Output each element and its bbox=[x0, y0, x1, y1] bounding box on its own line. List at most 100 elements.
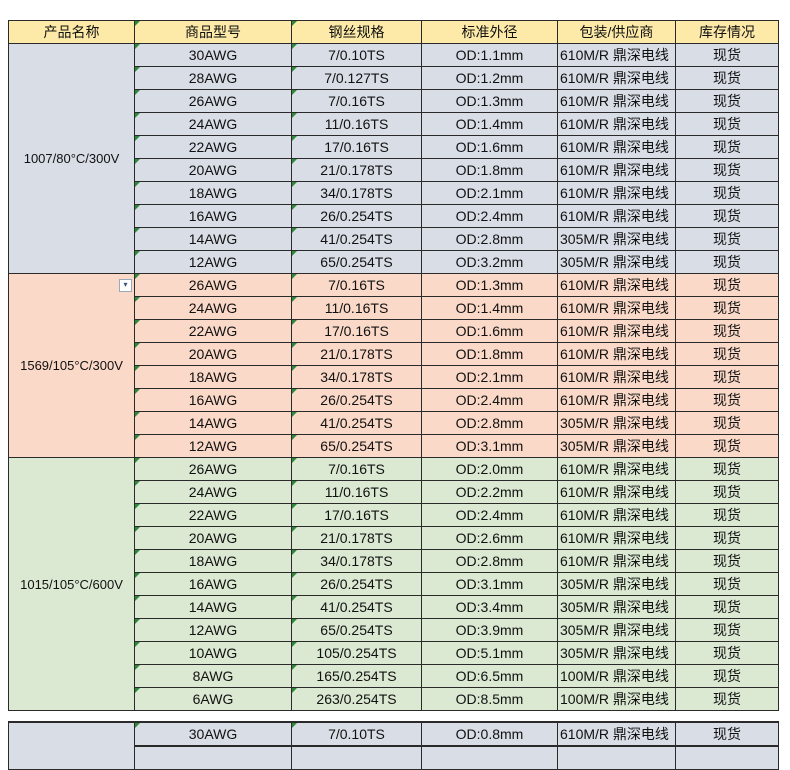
outer-diameter-cell[interactable]: OD:1.1mm bbox=[421, 43, 558, 67]
wire-spec-cell[interactable]: 41/0.254TS bbox=[291, 411, 422, 435]
wire-spec-cell[interactable]: 17/0.16TS bbox=[291, 503, 422, 527]
wire-spec-cell[interactable]: 41/0.254TS bbox=[291, 227, 422, 251]
model-cell[interactable]: 12AWG bbox=[134, 618, 292, 642]
stock-cell[interactable]: 现货 bbox=[675, 342, 779, 366]
model-cell[interactable]: 20AWG bbox=[134, 526, 292, 550]
wire-spec-cell[interactable]: 34/0.178TS bbox=[291, 549, 422, 573]
stock-cell[interactable]: 现货 bbox=[675, 388, 779, 412]
outer-diameter-cell[interactable]: OD:6.5mm bbox=[421, 664, 558, 688]
outer-diameter-cell[interactable]: OD:2.8mm bbox=[421, 411, 558, 435]
stock-cell[interactable]: 现货 bbox=[675, 43, 779, 67]
package-supplier-cell[interactable]: 610M/R 鼎深电线 bbox=[557, 181, 676, 205]
wire-spec-cell[interactable]: 7/0.10TS bbox=[291, 43, 422, 67]
package-supplier-cell[interactable]: 100M/R 鼎深电线 bbox=[557, 687, 676, 711]
wire-spec-cell[interactable]: 41/0.254TS bbox=[291, 595, 422, 619]
package-supplier-cell[interactable]: 610M/R 鼎深电线 bbox=[557, 480, 676, 504]
model-cell[interactable]: 18AWG bbox=[134, 181, 292, 205]
outer-diameter-cell[interactable]: OD:3.1mm bbox=[421, 434, 558, 458]
stock-cell[interactable]: 现货 bbox=[675, 549, 779, 573]
wire-spec-cell[interactable]: 7/0.10TS bbox=[291, 721, 422, 747]
wire-spec-cell[interactable]: 165/0.254TS bbox=[291, 664, 422, 688]
empty-cell[interactable] bbox=[291, 745, 422, 770]
package-supplier-cell[interactable]: 610M/R 鼎深电线 bbox=[557, 342, 676, 366]
wire-spec-cell[interactable]: 21/0.178TS bbox=[291, 158, 422, 182]
model-cell[interactable]: 18AWG bbox=[134, 365, 292, 389]
outer-diameter-cell[interactable]: OD:2.8mm bbox=[421, 549, 558, 573]
stock-cell[interactable]: 现货 bbox=[675, 721, 779, 747]
package-supplier-cell[interactable]: 610M/R 鼎深电线 bbox=[557, 721, 676, 747]
empty-cell[interactable] bbox=[134, 745, 292, 770]
outer-diameter-cell[interactable]: OD:1.4mm bbox=[421, 296, 558, 320]
package-supplier-cell[interactable]: 305M/R 鼎深电线 bbox=[557, 411, 676, 435]
package-supplier-cell[interactable]: 305M/R 鼎深电线 bbox=[557, 641, 676, 665]
wire-spec-cell[interactable]: 17/0.16TS bbox=[291, 135, 422, 159]
outer-diameter-cell[interactable]: OD:1.8mm bbox=[421, 342, 558, 366]
stock-cell[interactable]: 现货 bbox=[675, 595, 779, 619]
outer-diameter-cell[interactable]: OD:2.4mm bbox=[421, 204, 558, 228]
product-name-cell[interactable]: 1007/80°C/300V bbox=[8, 43, 135, 274]
wire-spec-cell[interactable]: 7/0.16TS bbox=[291, 89, 422, 113]
package-supplier-cell[interactable]: 305M/R 鼎深电线 bbox=[557, 227, 676, 251]
model-cell[interactable]: 22AWG bbox=[134, 135, 292, 159]
model-cell[interactable]: 14AWG bbox=[134, 595, 292, 619]
stock-cell[interactable]: 现货 bbox=[675, 411, 779, 435]
wire-spec-cell[interactable]: 65/0.254TS bbox=[291, 618, 422, 642]
filter-dropdown-icon[interactable]: ▾ bbox=[119, 279, 132, 292]
model-cell[interactable]: 14AWG bbox=[134, 227, 292, 251]
outer-diameter-cell[interactable]: OD:2.4mm bbox=[421, 388, 558, 412]
package-supplier-cell[interactable]: 610M/R 鼎深电线 bbox=[557, 296, 676, 320]
header-product-name[interactable]: 产品名称 bbox=[8, 20, 135, 44]
wire-spec-cell[interactable]: 65/0.254TS bbox=[291, 250, 422, 274]
model-cell[interactable]: 16AWG bbox=[134, 204, 292, 228]
stock-cell[interactable]: 现货 bbox=[675, 365, 779, 389]
package-supplier-cell[interactable]: 610M/R 鼎深电线 bbox=[557, 503, 676, 527]
model-cell[interactable]: 12AWG bbox=[134, 434, 292, 458]
model-cell[interactable]: 22AWG bbox=[134, 319, 292, 343]
model-cell[interactable]: 24AWG bbox=[134, 296, 292, 320]
outer-diameter-cell[interactable]: OD:1.8mm bbox=[421, 158, 558, 182]
outer-diameter-cell[interactable]: OD:1.3mm bbox=[421, 89, 558, 113]
model-cell[interactable]: 14AWG bbox=[134, 411, 292, 435]
wire-spec-cell[interactable]: 7/0.127TS bbox=[291, 66, 422, 90]
package-supplier-cell[interactable]: 610M/R 鼎深电线 bbox=[557, 365, 676, 389]
stock-cell[interactable]: 现货 bbox=[675, 227, 779, 251]
stock-cell[interactable]: 现货 bbox=[675, 204, 779, 228]
wire-spec-cell[interactable]: 7/0.16TS bbox=[291, 273, 422, 297]
stock-cell[interactable]: 现货 bbox=[675, 112, 779, 136]
outer-diameter-cell[interactable]: OD:2.4mm bbox=[421, 503, 558, 527]
outer-diameter-cell[interactable]: OD:5.1mm bbox=[421, 641, 558, 665]
model-cell[interactable]: 24AWG bbox=[134, 112, 292, 136]
wire-spec-cell[interactable]: 11/0.16TS bbox=[291, 112, 422, 136]
outer-diameter-cell[interactable]: OD:1.3mm bbox=[421, 273, 558, 297]
product-name-cell[interactable]: 1015/105°C/600V bbox=[8, 457, 135, 711]
wire-spec-cell[interactable]: 7/0.16TS bbox=[291, 457, 422, 481]
wire-spec-cell[interactable]: 26/0.254TS bbox=[291, 572, 422, 596]
wire-spec-cell[interactable]: 26/0.254TS bbox=[291, 388, 422, 412]
model-cell[interactable]: 16AWG bbox=[134, 388, 292, 412]
model-cell[interactable]: 6AWG bbox=[134, 687, 292, 711]
outer-diameter-cell[interactable]: OD:3.2mm bbox=[421, 250, 558, 274]
wire-spec-cell[interactable]: 34/0.178TS bbox=[291, 181, 422, 205]
header-model[interactable]: 商品型号 bbox=[134, 20, 292, 44]
outer-diameter-cell[interactable]: OD:2.1mm bbox=[421, 181, 558, 205]
package-supplier-cell[interactable]: 305M/R 鼎深电线 bbox=[557, 572, 676, 596]
model-cell[interactable]: 12AWG bbox=[134, 250, 292, 274]
outer-diameter-cell[interactable]: OD:3.1mm bbox=[421, 572, 558, 596]
stock-cell[interactable]: 现货 bbox=[675, 434, 779, 458]
outer-diameter-cell[interactable]: OD:2.0mm bbox=[421, 457, 558, 481]
outer-diameter-cell[interactable]: OD:1.2mm bbox=[421, 66, 558, 90]
package-supplier-cell[interactable]: 305M/R 鼎深电线 bbox=[557, 618, 676, 642]
outer-diameter-cell[interactable]: OD:1.4mm bbox=[421, 112, 558, 136]
stock-cell[interactable]: 现货 bbox=[675, 250, 779, 274]
model-cell[interactable]: 26AWG bbox=[134, 457, 292, 481]
outer-diameter-cell[interactable]: OD:3.9mm bbox=[421, 618, 558, 642]
stock-cell[interactable]: 现货 bbox=[675, 526, 779, 550]
stock-cell[interactable]: 现货 bbox=[675, 641, 779, 665]
package-supplier-cell[interactable]: 610M/R 鼎深电线 bbox=[557, 388, 676, 412]
package-supplier-cell[interactable]: 610M/R 鼎深电线 bbox=[557, 66, 676, 90]
outer-diameter-cell[interactable]: OD:1.6mm bbox=[421, 135, 558, 159]
stock-cell[interactable]: 现货 bbox=[675, 480, 779, 504]
wire-spec-cell[interactable]: 105/0.254TS bbox=[291, 641, 422, 665]
stock-cell[interactable]: 现货 bbox=[675, 664, 779, 688]
model-cell[interactable]: 22AWG bbox=[134, 503, 292, 527]
